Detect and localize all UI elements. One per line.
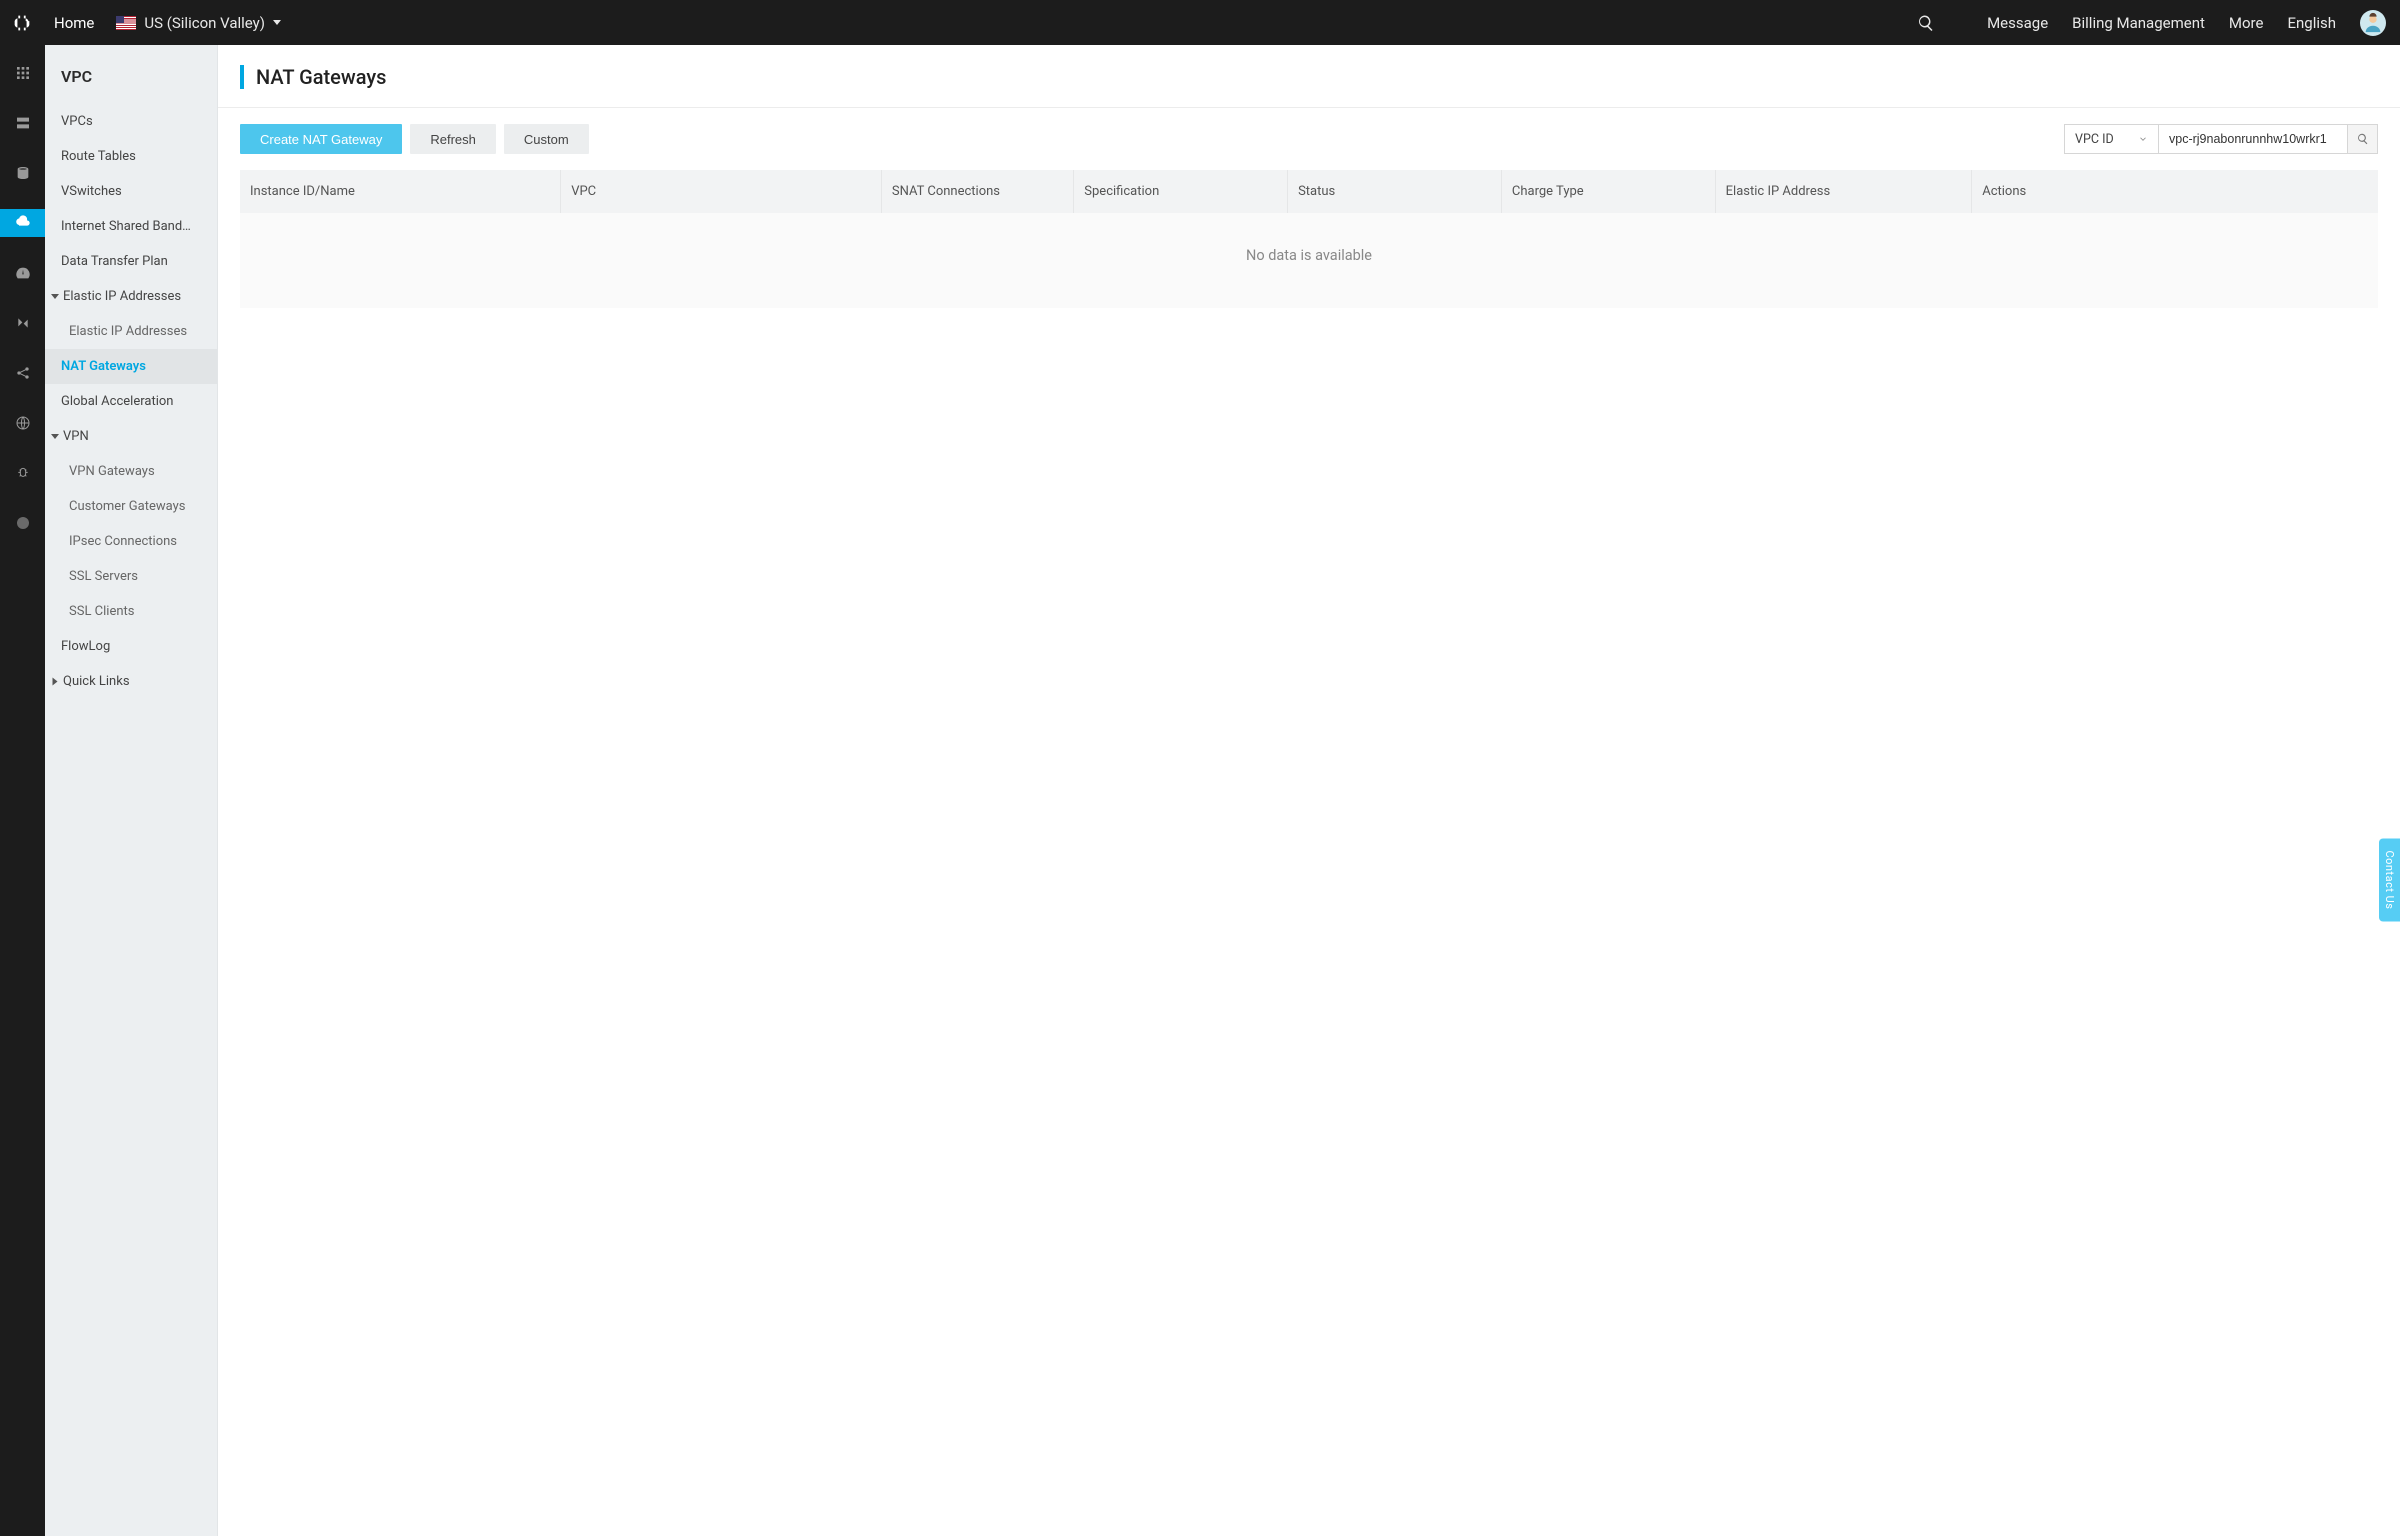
chevron-down-icon [2138,134,2148,144]
column-status: Status [1288,170,1502,213]
flag-us-icon [116,16,136,30]
empty-state-text: No data is available [240,213,2378,308]
sidebar-item-internet-shared-band[interactable]: Internet Shared Band… [45,209,217,244]
sidebar-item-ipsec-connections[interactable]: IPsec Connections [45,524,217,559]
rail-link[interactable] [0,309,45,337]
create-nat-gateway-button[interactable]: Create NAT Gateway [240,124,402,154]
rail-database[interactable] [0,159,45,187]
column-charge-type: Charge Type [1501,170,1715,213]
sidebar-item-flowlog[interactable]: FlowLog [45,629,217,664]
sidebar-item-label: Quick Links [63,674,130,689]
column-vpc: VPC [561,170,882,213]
sidebar-item-vpn-gateways[interactable]: VPN Gateways [45,454,217,489]
sidebar-item-global-acceleration[interactable]: Global Acceleration [45,384,217,419]
rail-dot[interactable] [0,509,45,537]
topbar-language-link[interactable]: English [2287,14,2336,32]
column-elastic-ip-address: Elastic IP Address [1715,170,1972,213]
triangle-icon [53,678,58,686]
sidebar-item-nat-gateways[interactable]: NAT Gateways [45,349,217,384]
sidebar-item-label: VPN [63,429,89,444]
search-icon [2356,132,2370,146]
region-label: US (Silicon Valley) [144,14,265,32]
sidebar-item-vpn[interactable]: VPN [45,419,217,454]
triangle-icon [51,294,59,299]
sidebar-item-elastic-ip-addresses[interactable]: Elastic IP Addresses [45,314,217,349]
caret-down-icon [273,20,281,25]
refresh-button[interactable]: Refresh [410,124,496,154]
search-icon[interactable] [1917,14,1935,32]
rail-server[interactable] [0,109,45,137]
column-snat-connections: SNAT Connections [881,170,1073,213]
filter-value-input[interactable] [2159,125,2347,153]
page-title: NAT Gateways [240,65,2378,89]
rail-gauge[interactable] [0,259,45,287]
sidebar-item-ssl-servers[interactable]: SSL Servers [45,559,217,594]
home-link[interactable]: Home [54,14,94,32]
filter-bar: VPC ID [2064,124,2378,154]
sidebar-item-elastic-ip-addresses[interactable]: Elastic IP Addresses [45,279,217,314]
sidebar-item-vpcs[interactable]: VPCs [45,104,217,139]
rail-grid[interactable] [0,59,45,87]
icon-rail [0,45,45,1536]
sidebar-item-quick-links[interactable]: Quick Links [45,664,217,699]
sidebar-title: VPC [45,45,217,104]
nat-gateway-table: Instance ID/NameVPCSNAT ConnectionsSpeci… [240,170,2378,308]
main-content: NAT Gateways Create NAT Gateway Refresh … [218,45,2400,1536]
custom-button[interactable]: Custom [504,124,589,154]
topbar: Home US (Silicon Valley) Message Billing… [0,0,2400,45]
contact-us-tab[interactable]: Contact Us [2379,838,2400,921]
topbar-more-link[interactable]: More [2229,14,2264,32]
rail-globe[interactable] [0,409,45,437]
topbar-billing-link[interactable]: Billing Management [2072,14,2205,32]
column-specification: Specification [1074,170,1288,213]
sidebar: VPC VPCsRoute TablesVSwitchesInternet Sh… [45,45,218,1536]
topbar-message-link[interactable]: Message [1987,14,2048,32]
filter-field-label: VPC ID [2075,132,2114,147]
filter-search-button[interactable] [2347,125,2377,153]
sidebar-item-route-tables[interactable]: Route Tables [45,139,217,174]
sidebar-item-vswitches[interactable]: VSwitches [45,174,217,209]
user-avatar[interactable] [2360,10,2386,36]
sidebar-item-customer-gateways[interactable]: Customer Gateways [45,489,217,524]
rail-network-active[interactable] [0,209,45,237]
triangle-icon [51,434,59,439]
column-instance-id-name: Instance ID/Name [240,170,561,213]
page-header: NAT Gateways [218,45,2400,108]
sidebar-item-label: Elastic IP Addresses [63,289,181,304]
empty-state-row: No data is available [240,213,2378,308]
region-selector[interactable]: US (Silicon Valley) [116,14,281,32]
toolbar: Create NAT Gateway Refresh Custom VPC ID [218,108,2400,170]
rail-share[interactable] [0,359,45,387]
filter-field-select[interactable]: VPC ID [2065,125,2159,153]
column-actions: Actions [1972,170,2378,213]
rail-bug[interactable] [0,459,45,487]
sidebar-item-data-transfer-plan[interactable]: Data Transfer Plan [45,244,217,279]
sidebar-item-ssl-clients[interactable]: SSL Clients [45,594,217,629]
brand-logo[interactable] [8,9,36,37]
